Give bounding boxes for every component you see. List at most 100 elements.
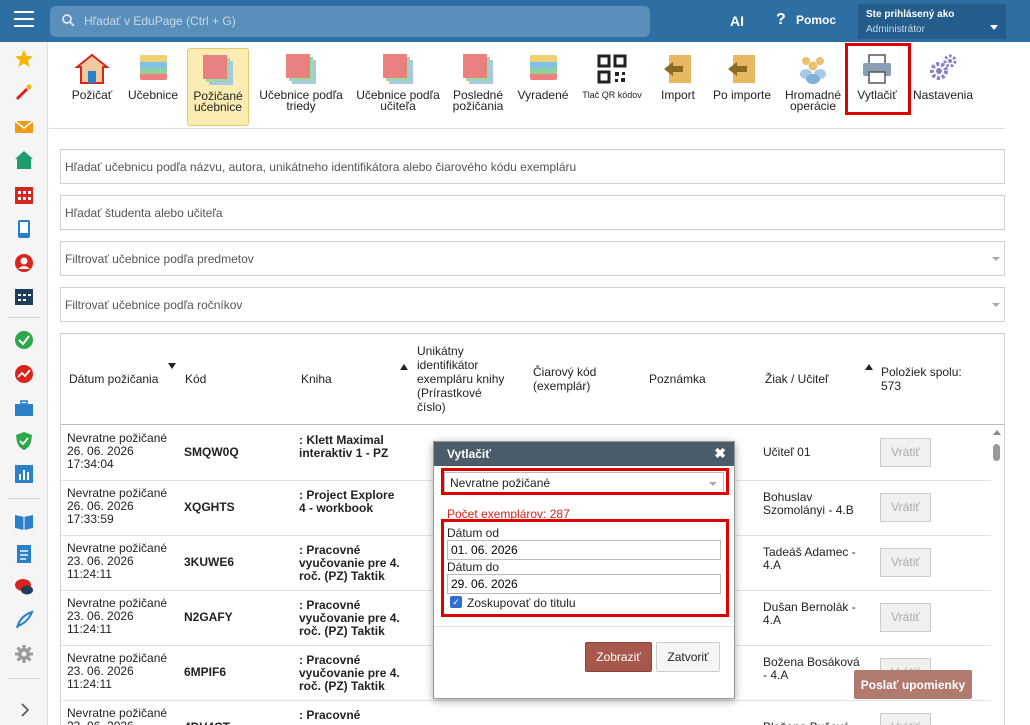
toolbar-item-print[interactable]: Vytlačiť [851,48,903,126]
ai-button[interactable]: AI [730,13,744,29]
toolbar-label: Po importe [712,88,772,102]
help-icon[interactable]: ? [776,11,786,29]
scroll-thumb[interactable] [993,444,1000,461]
toolbar-item-after-import[interactable]: Po importe [709,48,775,126]
return-button[interactable]: Vrátiť [880,493,931,522]
toolbar-item-by-class[interactable]: Učebnice podľa triedy [254,48,348,126]
loan-type-select[interactable]: Nevratne požičané [444,472,724,494]
printer-icon [863,54,891,84]
briefcase-icon[interactable] [14,398,34,418]
column-header-code[interactable]: Kód [185,334,285,424]
feather-icon[interactable] [14,610,34,630]
home-icon[interactable] [14,150,34,170]
toolbar-item-lent-textbooks[interactable]: Požičané učebnice [187,48,249,126]
toolbar-item-settings[interactable]: Nastavenia [911,48,975,126]
copies-count: Počet exemplárov: 287 [447,507,570,521]
group-icon [800,57,826,84]
calendar-grid-icon[interactable] [14,185,34,205]
grade-filter[interactable] [60,287,1005,322]
header-divider [61,424,1004,425]
hamburger-menu-icon[interactable] [14,11,34,29]
return-button[interactable]: Vrátiť [880,713,931,725]
document-icon[interactable] [14,544,34,564]
user-menu[interactable]: Ste prihlásený ako Administrátor [858,4,1006,39]
borrower-name: Tadeáš Adamec - 4.A [763,545,856,572]
close-icon[interactable]: ✖ [714,445,726,462]
timetable-icon[interactable] [14,286,34,306]
column-header-barcode[interactable]: Čiarový kód (exemplár) [533,334,633,424]
column-header-note[interactable]: Poznámka [649,334,749,424]
chevron-down-icon [709,482,717,486]
total-count: Položiek spolu: 573 [881,365,962,393]
book-title: : Pracovné vyučovanie pre 4. roč. (PZ) T… [299,543,400,583]
column-header-uid[interactable]: Unikátny identifikátor exempláru knihy (… [417,334,527,424]
chart-circle-icon[interactable] [14,364,34,384]
toolbar-item-by-teacher[interactable]: Učebnice podľa učiteľa [351,48,445,126]
toolbar-item-bulk-operations[interactable]: Hromadné operácie [781,48,845,126]
search-icon [62,14,75,27]
toolbar-label: Import [660,88,695,102]
column-header-date[interactable]: Dátum požičania [69,334,179,424]
loan-code: SMQW0Q [184,445,239,459]
dialog-title: Vytlačiť [447,447,491,461]
send-reminders-button[interactable]: Poslať upomienky [854,670,972,699]
chat-icon[interactable] [14,577,34,597]
date-from-input[interactable] [447,540,721,560]
grade-filter-input[interactable] [61,288,1004,321]
return-button[interactable]: Vrátiť [880,603,931,632]
mail-icon[interactable] [14,117,34,137]
gear-icon[interactable] [14,644,34,664]
book-search-input[interactable] [61,150,1004,183]
import-icon [664,55,691,83]
borrower-name: Bohuslav Szomolányi - 4.B [763,490,854,517]
star-icon[interactable] [14,49,34,69]
help-button[interactable]: Pomoc [796,13,836,27]
chevron-right-icon[interactable] [14,700,34,720]
return-button[interactable]: Vrátiť [880,548,931,577]
loan-date: 23. 06. 2026 [67,720,177,725]
subject-filter[interactable] [60,241,1005,276]
qr-code-icon [597,54,627,84]
group-by-title-checkbox[interactable]: ✓ [450,596,462,608]
user-circle-icon[interactable] [14,253,34,273]
shield-icon[interactable] [14,431,34,451]
dialog-header: Vytlačiť ✖ [434,442,734,466]
close-button[interactable]: Zatvoriť [656,642,720,672]
column-header-book[interactable]: Kniha [301,334,401,424]
global-search[interactable] [50,6,650,37]
toolbar-item-import[interactable]: Import [653,48,703,126]
person-search-field[interactable] [60,195,1005,230]
toolbar-item-print-qr[interactable]: Tlač QR kódov [577,48,647,126]
bar-chart-icon[interactable] [14,464,34,484]
toolbar-item-discarded[interactable]: Vyradené [514,48,572,126]
toolbar-item-textbooks[interactable]: Učebnice [125,48,181,126]
table-row[interactable]: Nevratne požičané23. 06. 20264DV4CT: Pra… [61,701,991,725]
check-circle-icon[interactable] [14,330,34,350]
book-open-icon[interactable] [14,511,34,531]
subject-filter-input[interactable] [61,242,1004,275]
borrower-name: Dušan Bernolák - 4.A [763,600,856,627]
return-button[interactable]: Vrátiť [880,438,931,467]
toolbar-item-lend[interactable]: Požičať [67,48,117,126]
toolbar-label: Učebnice [127,88,179,102]
scroll-up-icon[interactable] [993,430,1001,435]
toolbar-item-recent-loans[interactable]: Posledné požičania [447,48,509,126]
book-search-field[interactable] [60,149,1005,184]
sort-desc-icon[interactable] [168,363,176,369]
global-search-input[interactable] [84,10,634,32]
group-by-title-label[interactable]: Zoskupovať do titulu [467,596,576,610]
column-header-label: Žiak / Učiteľ [765,372,829,386]
table-scrollbar[interactable] [991,428,1003,725]
date-from-label: Dátum od [447,526,500,540]
toolbar-label: Vyradené [517,88,569,102]
person-search-input[interactable] [61,196,1004,229]
sort-asc-icon[interactable] [865,364,873,370]
sort-asc-icon[interactable] [400,364,408,370]
magic-wand-icon[interactable] [14,82,34,102]
date-to-input[interactable] [447,574,721,594]
column-header-person[interactable]: Žiak / Učiteľ [765,334,865,424]
phone-icon[interactable] [14,219,34,239]
chevron-down-icon [992,303,1000,307]
show-button[interactable]: Zobraziť [585,642,652,672]
loan-type-value: Nevratne požičané [450,476,551,490]
